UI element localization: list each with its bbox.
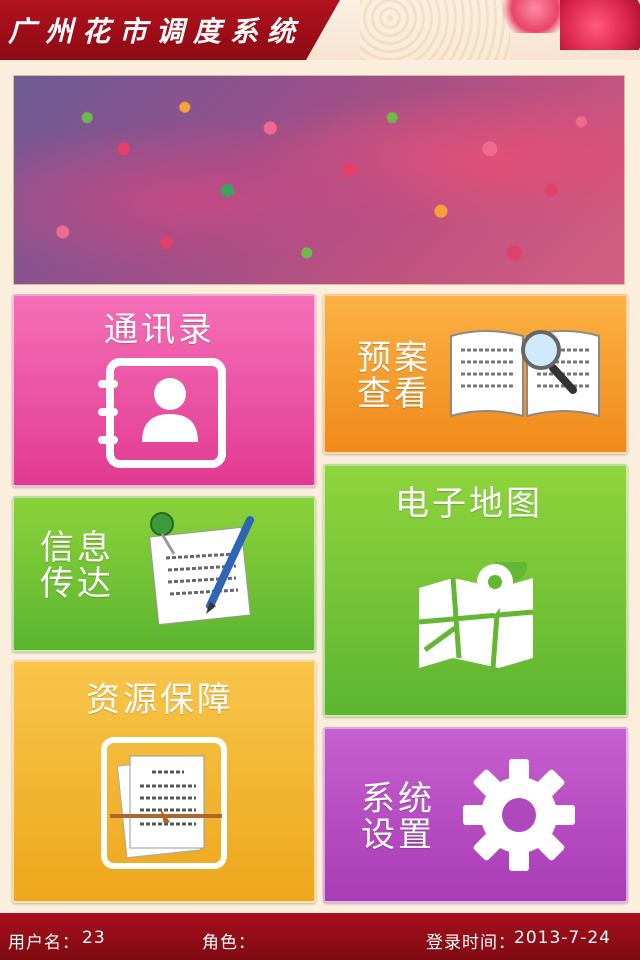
app-title: 广州花市调度系统 (8, 15, 305, 48)
book-magnifier-icon (450, 330, 600, 418)
role-label: 角色： (202, 933, 256, 953)
map-pin-icon (418, 562, 534, 669)
message-label-line2: 传达 (40, 564, 114, 604)
header-flower-decoration (560, 0, 640, 50)
settings-tile[interactable]: 系统 设置 (323, 727, 628, 903)
plan-view-tile[interactable]: 预案 查看 (323, 294, 628, 454)
gear-icon (463, 759, 575, 871)
pinned-note-pen-icon (149, 512, 254, 626)
resources-tile[interactable]: 资源保障 (12, 660, 316, 903)
contacts-label: 通讯录 (104, 310, 215, 350)
address-book-icon (98, 358, 226, 468)
resources-label: 资源保障 (86, 680, 234, 720)
username-value: 23 (82, 928, 106, 948)
plan-label-line1: 预案 (357, 338, 431, 378)
map-tile[interactable]: 电子地图 (323, 464, 628, 717)
contacts-tile[interactable]: 通讯录 (12, 294, 316, 487)
login-time-value: 2013-7-24 (514, 928, 611, 948)
settings-label-line2: 设置 (361, 815, 435, 855)
header-decoration (360, 0, 510, 60)
status-footer: 用户名： 23 角色： 登录时间： 2013-7-24 (0, 913, 640, 960)
username-label: 用户名： (8, 933, 80, 953)
settings-label-line1: 系统 (361, 779, 435, 819)
app-header: 广州花市调度系统 (0, 0, 640, 60)
flower-banner-image (13, 75, 625, 285)
login-time-label: 登录时间： (426, 933, 516, 953)
message-label-line1: 信息 (40, 528, 114, 568)
message-tile[interactable]: 信息 传达 (12, 496, 316, 652)
plan-label-line2: 查看 (357, 374, 431, 414)
documents-bundle-icon (101, 737, 227, 869)
map-label: 电子地图 (395, 484, 543, 524)
